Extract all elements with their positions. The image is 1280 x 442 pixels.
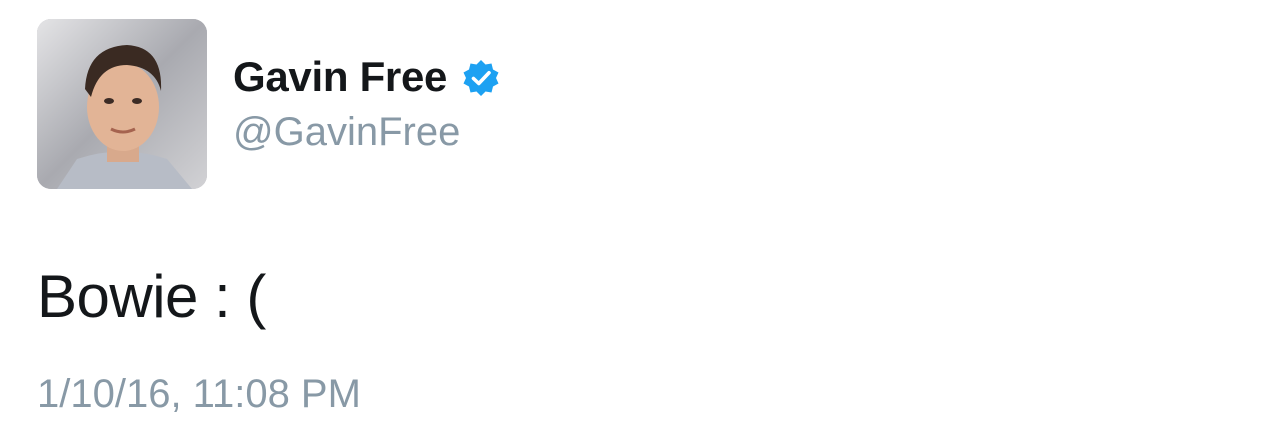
- display-name[interactable]: Gavin Free: [233, 53, 447, 101]
- avatar-image: [37, 19, 207, 189]
- author-row: Gavin Free: [233, 52, 501, 102]
- tweet-timestamp[interactable]: 1/10/16, 11:08 PM: [37, 372, 361, 417]
- verified-badge-icon: [463, 60, 499, 96]
- avatar[interactable]: [37, 19, 207, 189]
- tweet-text: Bowie : (: [37, 263, 266, 330]
- author-handle[interactable]: @GavinFree: [233, 110, 460, 155]
